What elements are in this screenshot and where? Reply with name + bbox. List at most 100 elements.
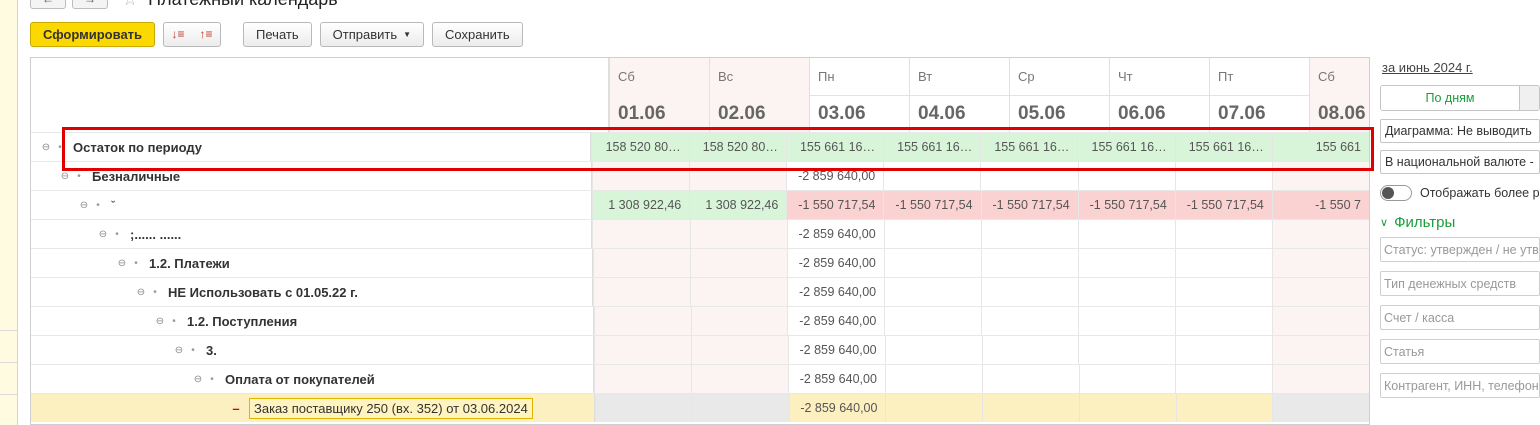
period-link[interactable]: за июнь 2024 г. (1382, 60, 1540, 75)
value-cell[interactable] (980, 249, 1078, 277)
value-cell[interactable] (1175, 278, 1272, 306)
sort-ascending-icon[interactable]: ↑≡ (200, 27, 213, 41)
filter-input[interactable]: Тип денежных средств (1380, 271, 1540, 296)
value-cell[interactable]: -2 859 640,00 (788, 394, 886, 422)
table-row[interactable]: ⊖ • Оплата от покупателей -2 859 640,00 (31, 364, 1369, 393)
value-cell[interactable] (981, 336, 1079, 364)
filter-input[interactable]: Счет / касса (1380, 305, 1540, 330)
value-cell[interactable] (690, 336, 788, 364)
value-cell[interactable] (1271, 220, 1369, 248)
value-cell[interactable]: 155 661 16… (785, 133, 884, 161)
value-cell[interactable] (592, 249, 690, 277)
value-cell[interactable] (591, 162, 689, 190)
value-cell[interactable] (1272, 394, 1369, 422)
value-cell[interactable] (1078, 336, 1175, 364)
value-cell[interactable]: -1 550 717,54 (786, 191, 884, 219)
value-cell[interactable] (1271, 249, 1369, 277)
value-cell[interactable] (981, 307, 1078, 335)
value-cell[interactable] (1175, 365, 1272, 393)
value-cell[interactable] (690, 307, 788, 335)
value-cell[interactable]: 155 661 16… (883, 133, 981, 161)
value-cell[interactable]: -1 550 717,54 (883, 191, 981, 219)
row-label-cell[interactable]: ⊖ • ˇ (31, 191, 593, 219)
value-cell[interactable] (1174, 249, 1272, 277)
value-cell[interactable] (692, 394, 789, 422)
column-date-header[interactable]: 08.06 (1309, 95, 1369, 132)
value-cell[interactable] (982, 394, 1079, 422)
table-row[interactable]: ⊖ • Безналичные -2 859 640,00 (31, 161, 1369, 190)
value-cell[interactable]: -2 859 640,00 (788, 365, 885, 393)
filter-input[interactable]: Статья (1380, 339, 1540, 364)
diagram-select[interactable]: Диаграмма: Не выводить (1380, 119, 1540, 143)
value-cell[interactable] (884, 278, 981, 306)
table-row[interactable]: ⊖ • ;...... ...... -2 859 640,00 (31, 219, 1369, 248)
value-cell[interactable]: 158 520 80… (591, 133, 689, 161)
value-cell[interactable] (593, 307, 691, 335)
show-more-switch[interactable] (1380, 185, 1412, 201)
value-cell[interactable] (1175, 394, 1273, 422)
value-cell[interactable]: 1 308 922,46 (592, 191, 690, 219)
row-label-cell[interactable]: ⊖ • Оплата от покупателей (31, 365, 595, 393)
value-cell[interactable]: -2 859 640,00 (787, 278, 884, 306)
table-row[interactable]: ⊖ • 1.2. Платежи -2 859 640,00 (31, 248, 1369, 277)
column-date-header[interactable]: 03.06 (809, 95, 909, 132)
value-cell[interactable] (688, 162, 787, 190)
value-cell[interactable]: 158 520 80… (688, 133, 786, 161)
collapse-toggle-icon[interactable]: ⊖ (96, 229, 110, 240)
value-cell[interactable] (1077, 249, 1175, 277)
value-cell[interactable] (1078, 307, 1175, 335)
value-cell[interactable]: -1 550 717,54 (1077, 191, 1175, 219)
value-cell[interactable]: -2 859 640,00 (787, 307, 884, 335)
print-button[interactable]: Печать (243, 21, 312, 47)
value-cell[interactable] (593, 278, 691, 306)
value-cell[interactable] (1078, 394, 1176, 422)
value-cell[interactable] (1175, 336, 1272, 364)
value-cell[interactable]: -1 550 717,54 (980, 191, 1078, 219)
value-cell[interactable] (1078, 365, 1176, 393)
value-cell[interactable] (883, 162, 980, 190)
value-cell[interactable] (1174, 162, 1272, 190)
collapse-toggle-icon[interactable]: ⊖ (115, 258, 129, 269)
favorite-star-icon[interactable]: ☆ (122, 0, 138, 10)
other-period-tab[interactable] (1519, 86, 1539, 110)
value-cell[interactable]: -2 859 640,00 (786, 162, 883, 190)
collapse-toggle-icon[interactable]: ⊖ (58, 171, 72, 182)
row-label-cell[interactable]: – Заказ поставщику 250 (вх. 352) от 03.06… (31, 394, 596, 422)
value-cell[interactable]: 155 661 (1271, 133, 1369, 161)
value-cell[interactable] (1078, 278, 1175, 306)
value-cell[interactable]: -1 550 7 (1271, 191, 1369, 219)
row-label-cell[interactable]: ⊖ • Остаток по периоду (31, 133, 592, 161)
table-row[interactable]: – Заказ поставщику 250 (вх. 352) от 03.06… (31, 393, 1369, 422)
value-cell[interactable] (981, 278, 1078, 306)
row-label-cell[interactable]: ⊖ • 3. (31, 336, 595, 364)
column-date-header[interactable]: 01.06 (609, 95, 709, 132)
value-cell[interactable] (883, 220, 981, 248)
sort-descending-icon[interactable]: ↓≡ (172, 27, 185, 41)
save-button[interactable]: Сохранить (432, 21, 523, 47)
column-date-header[interactable]: 02.06 (709, 95, 809, 132)
value-cell[interactable] (1272, 336, 1369, 364)
table-row[interactable]: ⊖ • 3. -2 859 640,00 (31, 335, 1369, 364)
collapse-toggle-icon[interactable]: ⊖ (153, 316, 167, 327)
value-cell[interactable] (980, 220, 1078, 248)
value-cell[interactable] (594, 336, 691, 364)
value-cell[interactable] (1175, 307, 1272, 335)
column-date-header[interactable]: 07.06 (1209, 95, 1309, 132)
value-cell[interactable]: -2 859 640,00 (786, 249, 884, 277)
value-cell[interactable] (883, 249, 981, 277)
value-cell[interactable] (884, 365, 982, 393)
value-cell[interactable] (981, 365, 1079, 393)
value-cell[interactable] (689, 220, 787, 248)
row-label-cell[interactable]: ⊖ • 1.2. Поступления (31, 307, 594, 335)
filters-header[interactable]: ∨ Фильтры (1380, 211, 1540, 233)
value-cell[interactable]: 1 308 922,46 (689, 191, 787, 219)
send-button[interactable]: Отправить ▼ (319, 21, 425, 47)
value-cell[interactable] (1272, 307, 1369, 335)
filter-input[interactable]: Статус: утвержден / не утв (1380, 237, 1540, 262)
collapse-toggle-icon[interactable]: ⊖ (191, 374, 205, 385)
value-cell[interactable] (594, 365, 692, 393)
value-cell[interactable] (691, 365, 789, 393)
value-cell[interactable] (595, 394, 693, 422)
filter-input[interactable]: Контрагент, ИНН, телефон (1380, 373, 1540, 398)
column-date-header[interactable]: 05.06 (1009, 95, 1109, 132)
